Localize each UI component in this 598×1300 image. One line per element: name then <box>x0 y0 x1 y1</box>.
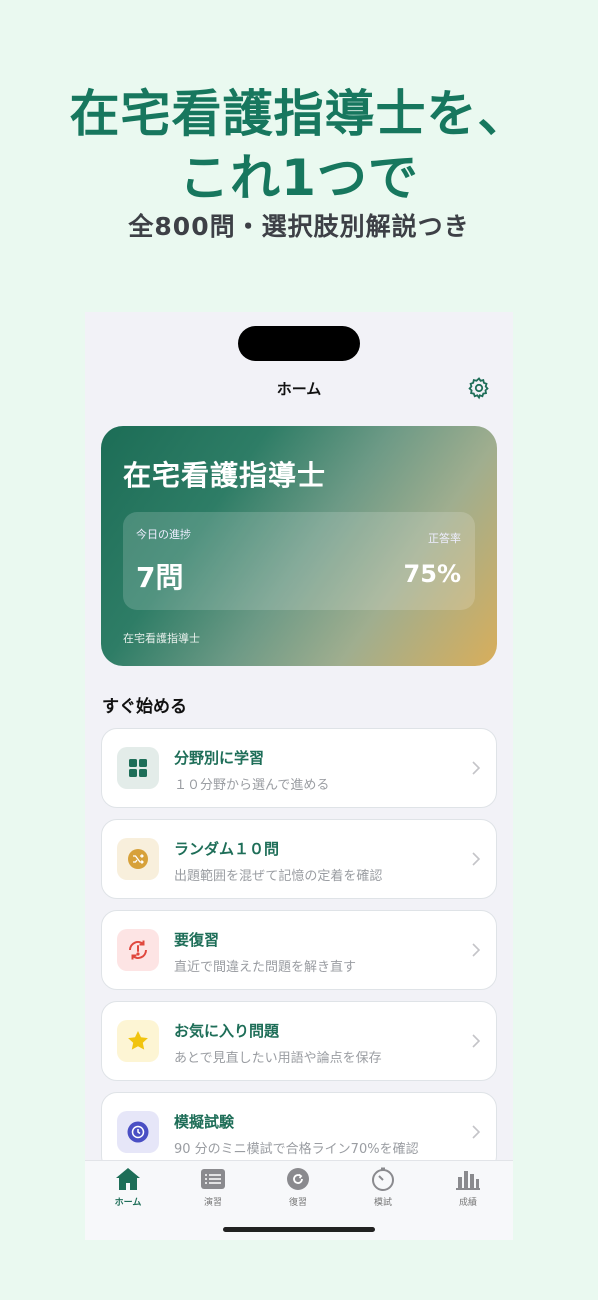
menu-item-field-study[interactable]: 分野別に学習 １０分野から選んで進める <box>101 728 497 808</box>
card-footer: 在宅看護指導士 <box>123 632 200 645</box>
menu-list: 分野別に学習 １０分野から選んで進める ランダム１０問 出題範囲を混ぜて記憶の定… <box>101 728 497 1183</box>
home-icon <box>116 1168 140 1190</box>
grid-icon <box>117 747 159 789</box>
menu-item-review[interactable]: 要復習 直近で間違えた問題を解き直す <box>101 910 497 990</box>
promo-title-line-1: 在宅看護指導士を、 <box>69 85 529 143</box>
menu-item-subtitle: １０分野から選んで進める <box>174 778 330 793</box>
tab-label: 成績 <box>458 1198 477 1208</box>
progress-label: 今日の進捗 <box>136 528 191 541</box>
progress-card: 在宅看護指導士 今日の進捗 7問 正答率 75% 在宅看護指導士 <box>101 426 497 666</box>
promo-title: 在宅看護指導士を、 これ1つで <box>0 82 598 210</box>
chevron-right-icon <box>472 943 480 957</box>
card-title: 在宅看護指導士 <box>123 459 327 492</box>
tab-review[interactable]: 復習 <box>263 1167 333 1208</box>
tab-practice[interactable]: 演習 <box>178 1167 248 1208</box>
star-icon <box>117 1020 159 1062</box>
accuracy-label: 正答率 <box>428 532 461 545</box>
chevron-right-icon <box>472 1125 480 1139</box>
menu-item-title: 分野別に学習 <box>174 749 265 767</box>
timer-icon <box>117 1111 159 1153</box>
menu-item-subtitle: 90 分のミニ模試で合格ライン70%を確認 <box>174 1142 419 1157</box>
tab-stats[interactable]: 成績 <box>433 1167 503 1208</box>
tab-label: 演習 <box>203 1198 222 1208</box>
section-title: すぐ始める <box>102 697 187 717</box>
review-icon <box>287 1168 309 1190</box>
menu-item-subtitle: 出題範囲を混ぜて記憶の定着を確認 <box>174 869 383 884</box>
promo-subtitle: 全800問・選択肢別解説つき <box>128 212 470 241</box>
menu-item-random[interactable]: ランダム１０問 出題範囲を混ぜて記憶の定着を確認 <box>101 819 497 899</box>
menu-item-title: 模擬試験 <box>174 1113 235 1131</box>
accuracy-value: 75% <box>403 560 461 588</box>
chevron-right-icon <box>472 852 480 866</box>
progress-summary: 今日の進捗 7問 正答率 75% <box>123 512 475 610</box>
tab-label: 模試 <box>373 1198 392 1208</box>
gear-icon[interactable] <box>467 376 491 400</box>
menu-item-title: お気に入り問題 <box>174 1022 280 1040</box>
nav-title: ホーム <box>276 380 322 398</box>
tab-mock[interactable]: 模試 <box>348 1167 418 1208</box>
tab-label: ホーム <box>114 1198 142 1208</box>
promo-title-line-2: これ1つで <box>179 149 419 207</box>
phone-screen: ホーム 在宅看護指導士 今日の進捗 7問 正答率 75% 在宅看護指導士 すぐ始… <box>85 312 513 1240</box>
chevron-right-icon <box>472 1034 480 1048</box>
timer-icon <box>372 1167 394 1191</box>
menu-item-title: ランダム１０問 <box>174 840 280 858</box>
shuffle-icon <box>117 838 159 880</box>
menu-item-title: 要復習 <box>174 931 220 949</box>
tab-home[interactable]: ホーム <box>93 1167 163 1208</box>
retry-icon <box>117 929 159 971</box>
tab-label: 復習 <box>288 1198 307 1208</box>
menu-item-subtitle: あとで見直したい用語や論点を保存 <box>174 1051 382 1066</box>
home-indicator <box>223 1227 375 1232</box>
progress-value: 7問 <box>136 561 184 594</box>
menu-item-favorites[interactable]: お気に入り問題 あとで見直したい用語や論点を保存 <box>101 1001 497 1081</box>
menu-item-subtitle: 直近で間違えた問題を解き直す <box>174 960 357 975</box>
dynamic-island <box>238 326 360 361</box>
chevron-right-icon <box>472 761 480 775</box>
chart-icon <box>456 1171 480 1190</box>
list-icon <box>201 1169 225 1189</box>
